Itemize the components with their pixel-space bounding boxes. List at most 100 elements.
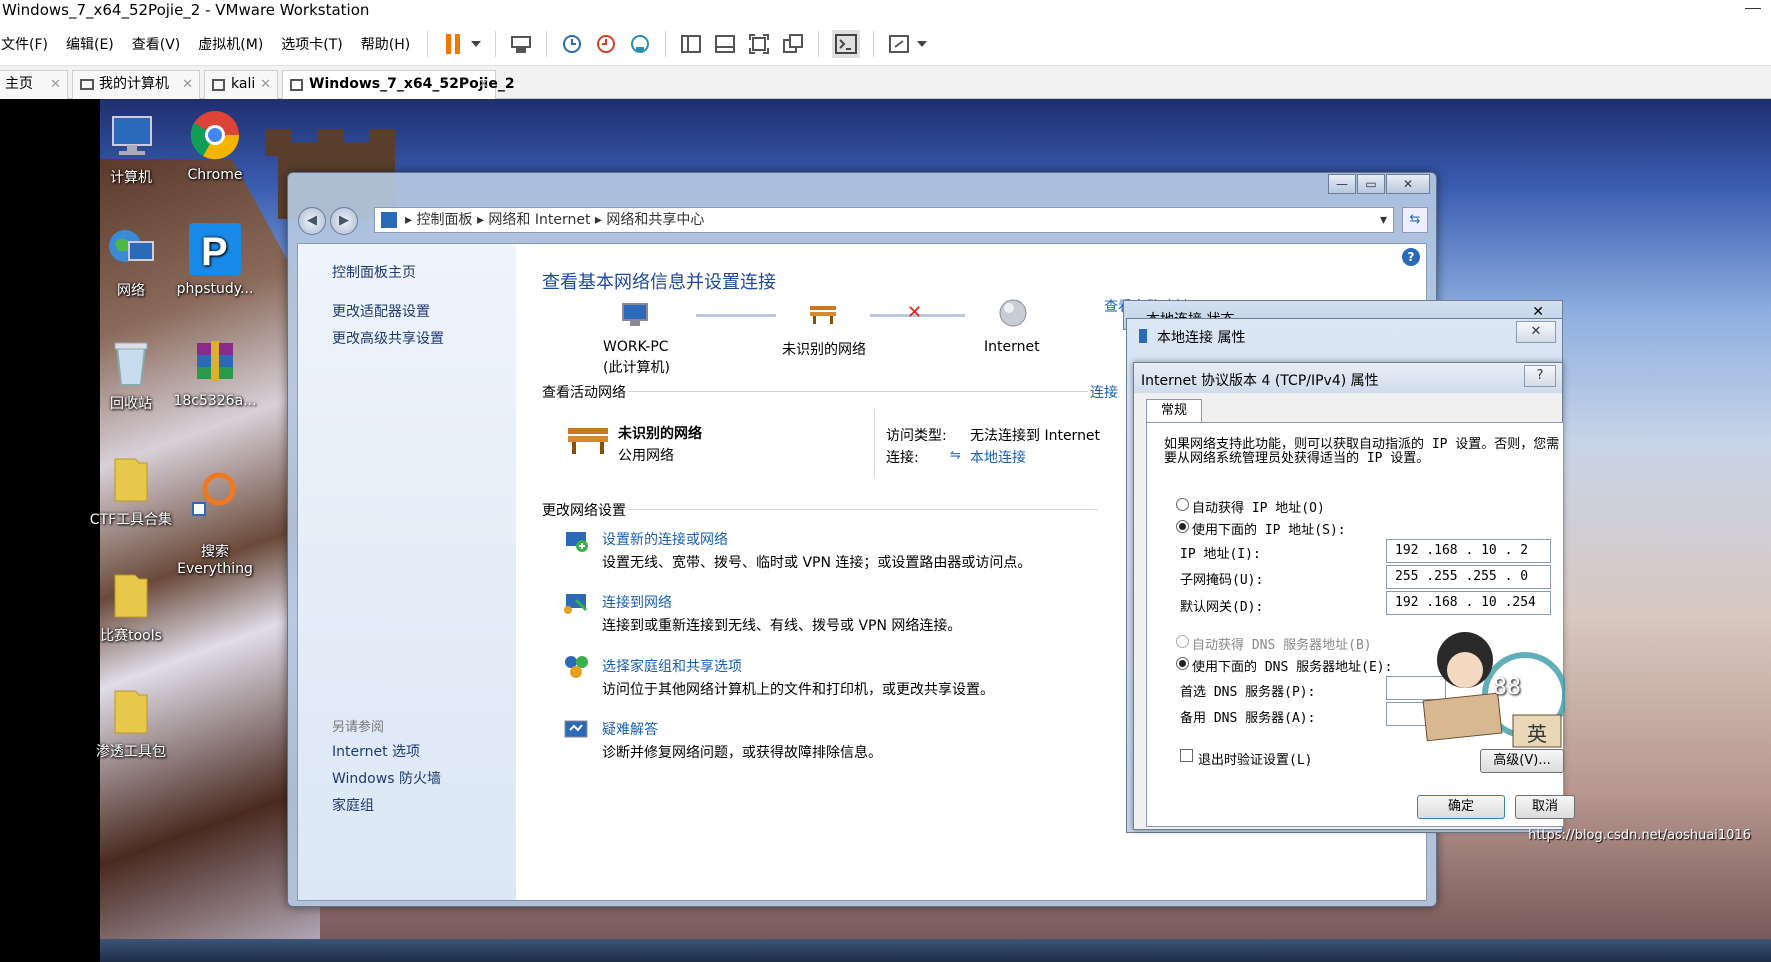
network-plug-icon: ⇋ (950, 448, 961, 463)
ime-indicator[interactable]: 英 (1527, 718, 1547, 747)
close-icon[interactable]: ✕ (260, 71, 271, 98)
help-icon[interactable]: ? (1524, 365, 1556, 387)
ok-button[interactable]: 确定 (1417, 795, 1505, 819)
dns2-label: 备用 DNS 服务器(A): (1180, 711, 1316, 726)
thumbnail-view-icon[interactable] (713, 32, 737, 56)
watermark: https://blog.csdn.net/aoshuai1016 (1528, 828, 1751, 843)
desktop-icon-label: 网络 (117, 283, 145, 299)
toolbar-separator (665, 30, 667, 57)
chevron-down-icon[interactable]: ▾ (1380, 208, 1387, 232)
close-icon[interactable]: ✕ (182, 71, 193, 98)
library-view-icon[interactable] (679, 32, 703, 56)
close-icon[interactable]: ✕ (1386, 174, 1430, 194)
left-link-advanced-sharing[interactable]: 更改高级共享设置 (332, 328, 444, 348)
folder-icon (105, 453, 157, 505)
connect-link[interactable]: 连接 (1090, 382, 1118, 402)
desktop-icon-recycle-bin[interactable]: 回收站 (86, 337, 176, 413)
active-network-name: 未识别的网络 (618, 426, 702, 442)
new-connection-icon (562, 526, 590, 558)
network-icon (1139, 329, 1147, 343)
breadcrumb-item[interactable]: 控制面板 (416, 212, 472, 228)
menu-help[interactable]: 帮助(H) (352, 34, 419, 54)
tab-my-computer[interactable]: 我的计算机 ✕ (72, 70, 200, 99)
help-icon[interactable]: ? (1402, 248, 1420, 266)
fullscreen-icon[interactable] (747, 32, 771, 56)
task-desc: 设置无线、宽带、拨号、临时或 VPN 连接；或设置路由器或访问点。 (602, 555, 1032, 571)
tab-windows7[interactable]: Windows_7_x64_52Pojie_2 ✕ (282, 70, 515, 99)
folder-icon (105, 685, 157, 737)
breadcrumb[interactable]: ▸ 控制面板 ▸ 网络和 Internet ▸ 网络和共享中心 ▾ (374, 207, 1394, 233)
task-connect-network[interactable]: 连接到网络 (602, 592, 672, 612)
menu-tabs[interactable]: 选项卡(T) (272, 34, 351, 54)
auto-dns-radio[interactable] (1176, 635, 1189, 648)
manual-dns-radio[interactable] (1176, 657, 1189, 670)
desktop-icon-archive[interactable]: 18c5326a... (170, 337, 260, 409)
desktop-icon-ctf-tools[interactable]: CTF工具合集 (86, 453, 176, 529)
left-link-homegroup[interactable]: 家庭组 (332, 795, 374, 815)
menu-edit[interactable]: 编辑(E) (57, 34, 123, 54)
left-link-internet-options[interactable]: Internet 选项 (332, 741, 420, 761)
task-desc: 访问位于其他网络计算机上的文件和打印机，或更改共享设置。 (602, 682, 994, 698)
breadcrumb-item[interactable]: 网络和 Internet (488, 212, 590, 228)
close-icon[interactable]: ✕ (478, 71, 489, 98)
desktop-icon-phpstudy[interactable]: P phpstudy... (170, 221, 260, 297)
stretch-icon[interactable] (887, 32, 911, 56)
floating-widget[interactable]: 88 英 (1405, 615, 1565, 755)
vm-window-title: Windows_7_x64_52Pojie_2 - VMware Worksta… (0, 0, 1771, 22)
desktop-icon-network[interactable]: 网络 (86, 224, 176, 300)
send-keys-icon[interactable] (509, 32, 533, 56)
tab-general[interactable]: 常规 (1146, 399, 1202, 423)
close-icon[interactable]: ✕ (1516, 321, 1556, 343)
gateway-field[interactable]: 192 .168 . 10 .254 (1386, 591, 1551, 615)
search-icon (189, 469, 241, 521)
map-pc-sub: (此计算机) (603, 360, 670, 376)
left-link-control-panel-home[interactable]: 控制面板主页 (332, 262, 416, 282)
revert-snapshot-icon[interactable] (594, 32, 618, 56)
tab-home[interactable]: 主页 ✕ (0, 70, 68, 99)
tab-kali[interactable]: kali ✕ (204, 70, 278, 99)
ipv4-properties-dialog: Internet 协议版本 4 (TCP/IPv4) 属性 ? 常规 如果网络支… (1133, 362, 1575, 830)
desktop-icon-chrome[interactable]: Chrome (170, 107, 260, 183)
task-homegroup[interactable]: 选择家庭组和共享选项 (602, 656, 742, 676)
menu-view[interactable]: 查看(V) (123, 34, 190, 54)
manual-ip-radio[interactable] (1176, 520, 1189, 533)
vm-tab-bar: 主页 ✕ 我的计算机 ✕ kali ✕ Windows_7_x64_52Pojie_2… (0, 66, 1771, 99)
chevron-down-icon[interactable] (470, 32, 482, 56)
breadcrumb-separator: ▸ (405, 212, 417, 228)
unity-icon[interactable] (781, 32, 805, 56)
task-setup-connection[interactable]: 设置新的连接或网络 (602, 529, 728, 549)
breadcrumb-item[interactable]: 网络和共享中心 (606, 212, 704, 228)
desktop-icon-everything[interactable]: 搜索 Everything (170, 453, 260, 577)
forward-icon[interactable]: ▶ (330, 207, 358, 235)
refresh-icon[interactable]: ⇆ (1402, 207, 1428, 233)
minimize-icon[interactable]: — (1328, 174, 1356, 194)
active-network-type[interactable]: 公用网络 (618, 445, 674, 465)
snapshot-manager-icon[interactable] (628, 32, 652, 56)
left-link-adapter-settings[interactable]: 更改适配器设置 (332, 301, 430, 321)
desktop-icon-pentest-tools[interactable]: 渗透工具包 (86, 685, 176, 761)
validate-checkbox[interactable] (1180, 749, 1193, 762)
menu-vm[interactable]: 虚拟机(M) (189, 34, 272, 54)
snapshot-icon[interactable] (560, 32, 584, 56)
left-link-firewall[interactable]: Windows 防火墙 (332, 768, 441, 788)
back-icon[interactable]: ◀ (298, 207, 326, 235)
cancel-button[interactable]: 取消 (1515, 795, 1575, 819)
auto-ip-radio[interactable] (1176, 498, 1189, 511)
chrome-icon (187, 107, 243, 163)
validate-label: 退出时验证设置(L) (1198, 753, 1313, 768)
close-icon[interactable]: ✕ (50, 71, 61, 98)
maximize-icon[interactable]: ▭ (1357, 174, 1385, 194)
task-troubleshoot[interactable]: 疑难解答 (602, 719, 658, 739)
desktop-icon-computer[interactable]: 计算机 (86, 111, 176, 187)
chevron-down-icon[interactable] (916, 32, 928, 56)
minimize-icon[interactable] (1731, 0, 1771, 22)
menu-file[interactable]: 文件(F) (0, 34, 57, 54)
pause-icon[interactable] (441, 32, 465, 56)
local-connection-link[interactable]: 本地连接 (970, 447, 1026, 467)
desktop-icon-contest-tools[interactable]: 比赛tools (86, 569, 176, 645)
console-icon[interactable] (832, 29, 861, 58)
subnet-mask-field[interactable]: 255 .255 .255 . 0 (1386, 565, 1551, 589)
section-divider (874, 409, 875, 477)
ip-address-field[interactable]: 192 .168 . 10 . 2 (1386, 539, 1551, 563)
taskbar[interactable] (100, 939, 1771, 962)
